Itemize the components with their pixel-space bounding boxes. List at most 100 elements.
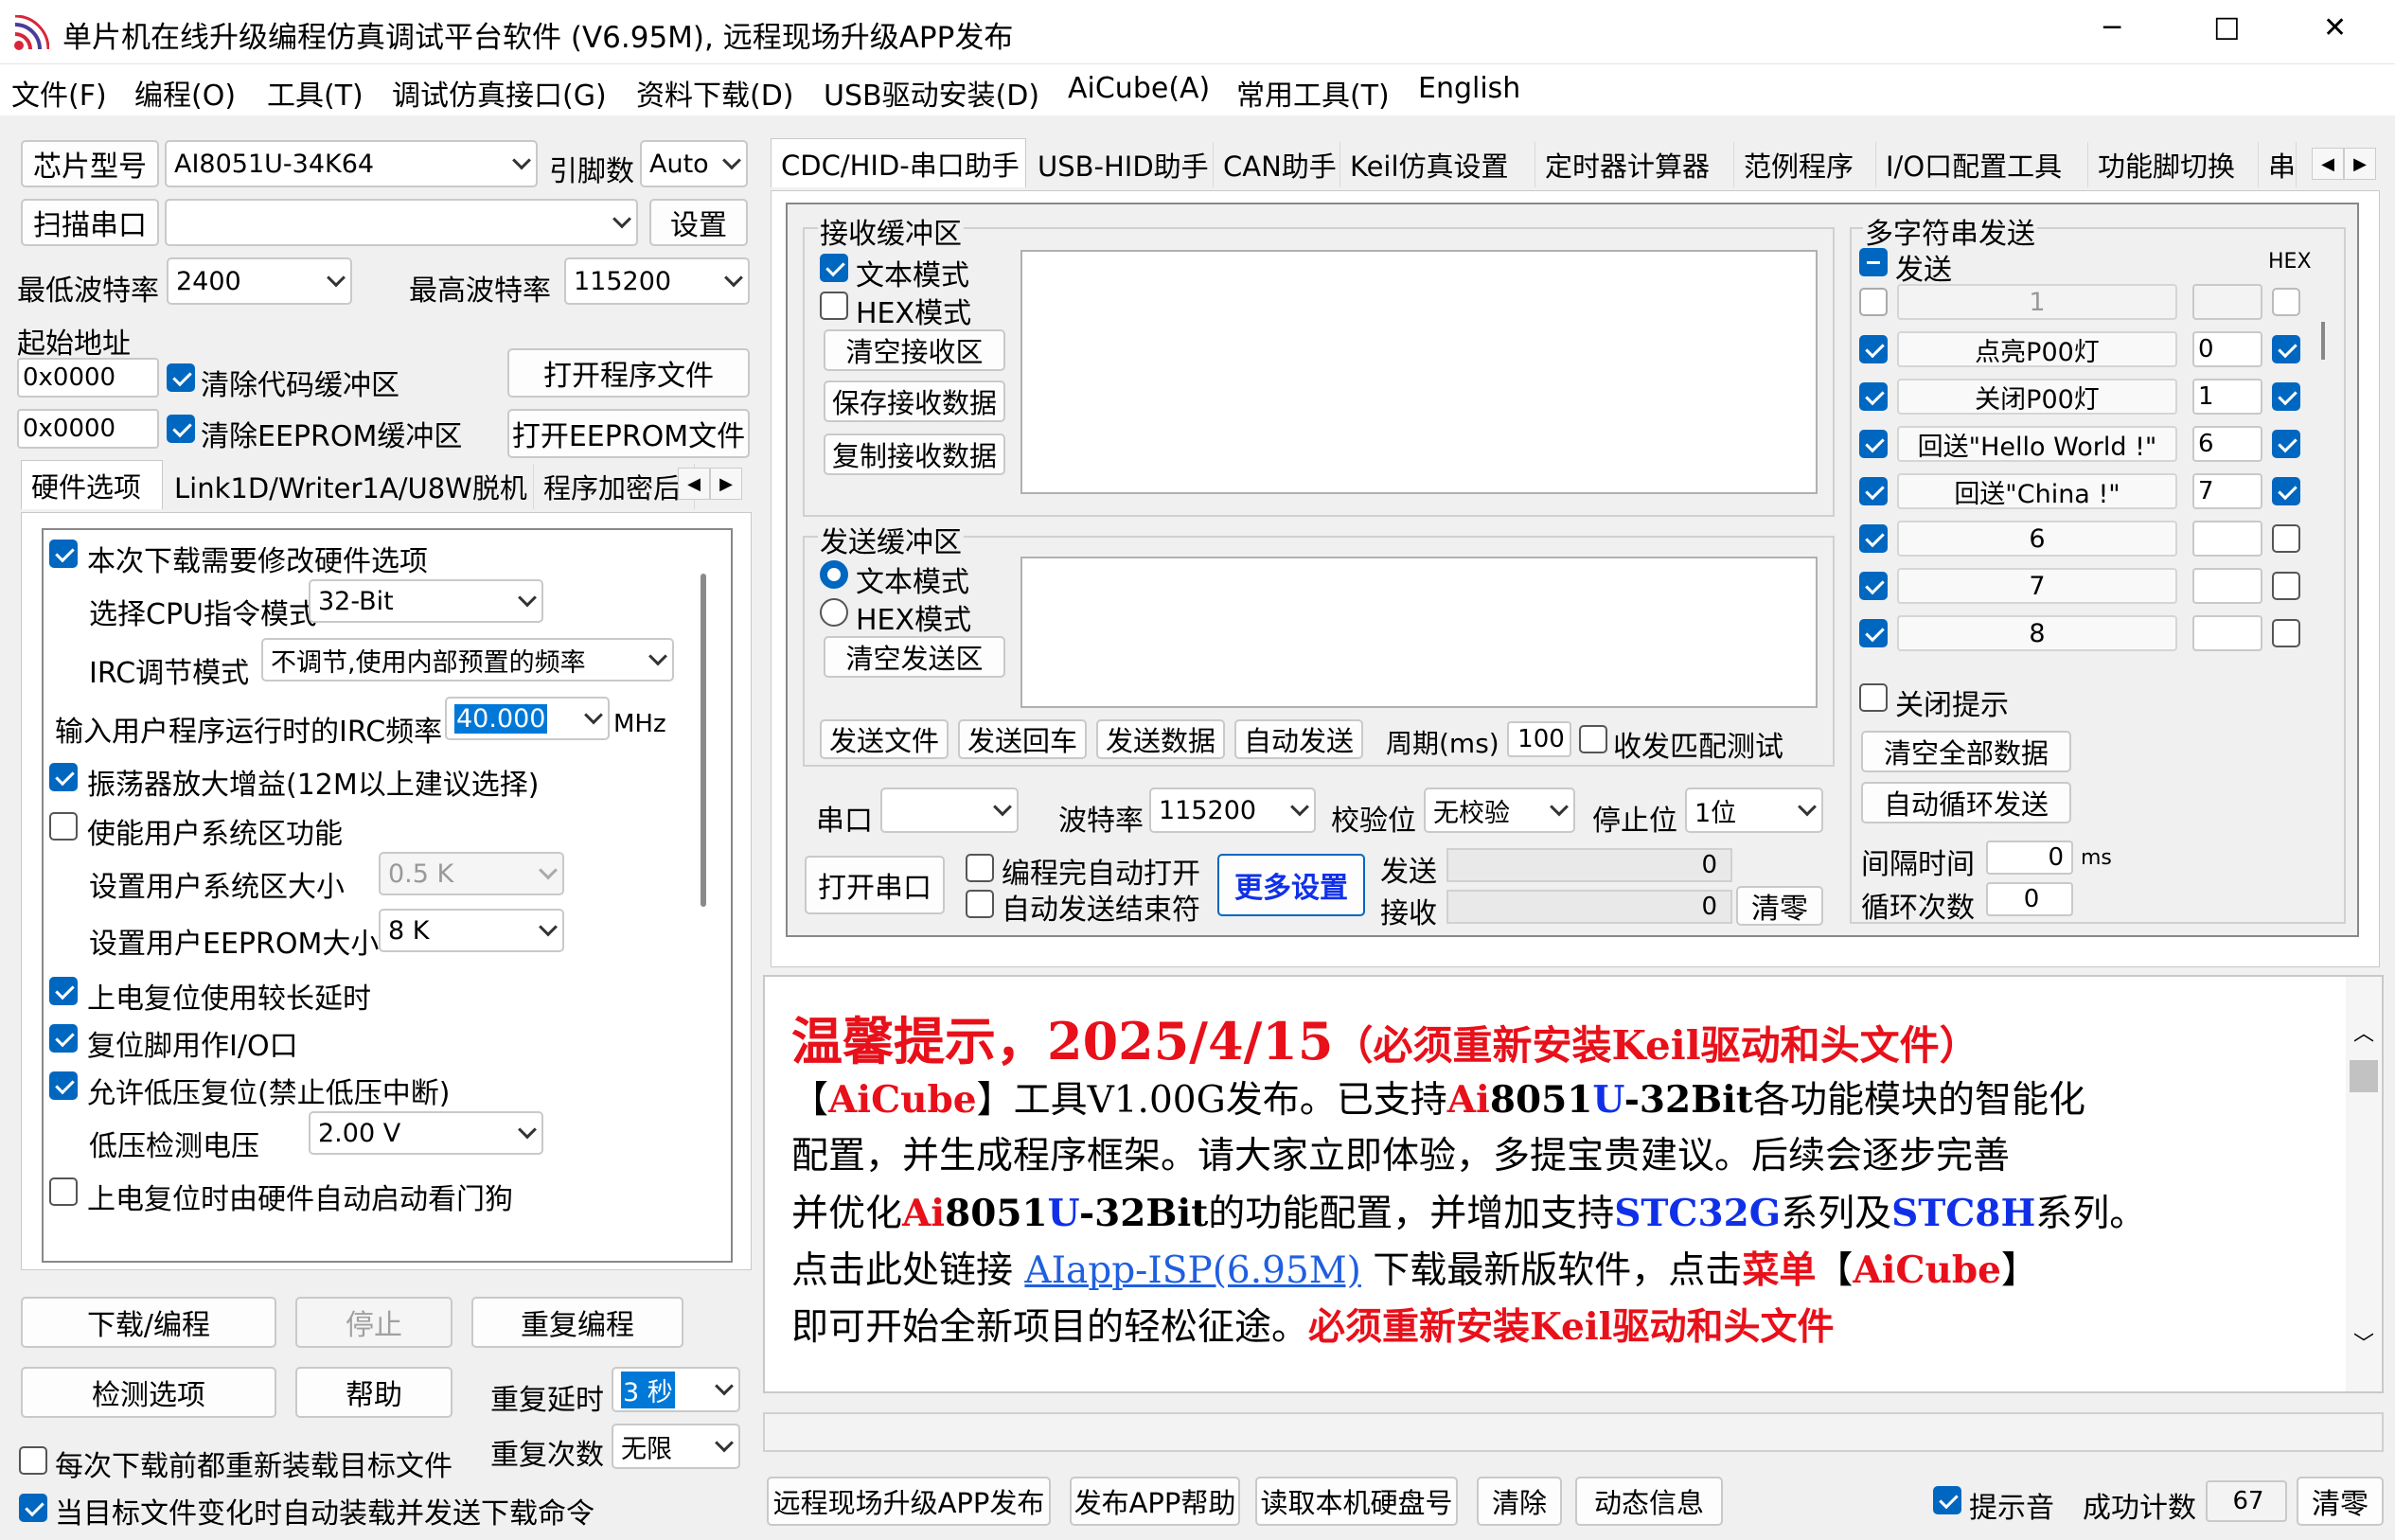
- menu-program[interactable]: 编程(O): [134, 72, 236, 114]
- recv-hex-mode-checkbox[interactable]: [820, 292, 848, 320]
- send-hex-mode-radio[interactable]: [820, 598, 848, 627]
- match-test-checkbox[interactable]: [1579, 725, 1607, 753]
- irc-mode-select[interactable]: 不调节,使用内部预置的频率: [261, 638, 674, 681]
- save-receive-button[interactable]: 保存接收数据: [824, 381, 1005, 422]
- download-link[interactable]: AIapp-ISP(6.95M): [1024, 1249, 1361, 1292]
- send-file-button[interactable]: 发送文件: [820, 719, 949, 759]
- tab-scroll-left-icon[interactable]: ◀: [2312, 148, 2344, 180]
- multi-send-row-delay[interactable]: 6: [2192, 426, 2262, 462]
- auto-send-button[interactable]: 自动发送: [1234, 719, 1363, 759]
- auto-send-end-checkbox[interactable]: [966, 890, 994, 918]
- tab-offline-writer[interactable]: Link1D/Writer1A/U8W脱机: [165, 464, 534, 509]
- multi-send-row-delay[interactable]: [2192, 521, 2262, 557]
- multi-send-row-button[interactable]: 8: [1897, 615, 2177, 651]
- clear-send-button[interactable]: 清空发送区: [824, 636, 1005, 678]
- check-options-button[interactable]: 检测选项: [21, 1367, 276, 1418]
- stop-bits-select[interactable]: 1位: [1685, 788, 1823, 833]
- multi-send-row-delay[interactable]: 0: [2192, 331, 2262, 367]
- multi-send-row-checkbox[interactable]: [1859, 335, 1888, 363]
- multi-send-row-button[interactable]: 回送"China !": [1897, 473, 2177, 509]
- osc-gain-checkbox[interactable]: [49, 763, 78, 791]
- chip-model-button[interactable]: 芯片型号: [21, 140, 159, 187]
- minimize-button[interactable]: ─: [2103, 11, 2120, 44]
- pins-select[interactable]: Auto: [640, 140, 748, 187]
- modify-hardware-checkbox[interactable]: [49, 540, 78, 568]
- scroll-up-icon[interactable]: ︿: [2353, 1017, 2374, 1046]
- dynamic-info-button[interactable]: 动态信息: [1575, 1477, 1723, 1526]
- multi-send-row-checkbox[interactable]: [1859, 572, 1888, 600]
- menu-usb-driver[interactable]: USB驱动安装(D): [824, 72, 1039, 114]
- menu-common-tools[interactable]: 常用工具(T): [1236, 72, 1390, 114]
- multi-send-row-checkbox[interactable]: [1859, 524, 1888, 553]
- menu-docs[interactable]: 资料下载(D): [636, 72, 794, 114]
- multi-send-row-delay[interactable]: 1: [2192, 379, 2262, 415]
- port-select[interactable]: [165, 199, 638, 246]
- open-program-button[interactable]: 打开程序文件: [507, 348, 750, 398]
- multi-send-row-hex-checkbox[interactable]: [2272, 619, 2300, 647]
- remote-publish-button[interactable]: 远程现场升级APP发布: [767, 1477, 1051, 1526]
- reset-io-checkbox[interactable]: [49, 1024, 78, 1053]
- multi-send-row-hex-checkbox[interactable]: [2272, 382, 2300, 411]
- reset-count-button[interactable]: 清零: [2297, 1477, 2384, 1526]
- menu-english[interactable]: English: [1418, 72, 1520, 105]
- publish-help-button[interactable]: 发布APP帮助: [1070, 1477, 1240, 1526]
- open-port-button[interactable]: 打开串口: [805, 856, 945, 914]
- clear-eeprom-checkbox[interactable]: [167, 415, 195, 443]
- chip-model-select[interactable]: AI8051U-34K64: [165, 140, 538, 187]
- tab-encryption[interactable]: 程序加密后: [534, 464, 695, 509]
- tab-scroll-right-icon[interactable]: ▶: [710, 468, 742, 500]
- loop-count-input[interactable]: 0: [1986, 882, 2073, 916]
- close-tip-checkbox[interactable]: [1859, 683, 1888, 712]
- hardware-options-scrollbar[interactable]: [701, 574, 706, 907]
- tab-timer-calc[interactable]: 定时器计算器: [1535, 142, 1734, 187]
- multi-send-row-checkbox[interactable]: [1859, 477, 1888, 505]
- lvr-checkbox[interactable]: [49, 1071, 78, 1100]
- help-button[interactable]: 帮助: [295, 1367, 452, 1418]
- multi-send-row-checkbox[interactable]: [1859, 382, 1888, 411]
- tab-keil-sim[interactable]: Keil仿真设置: [1340, 142, 1535, 187]
- user-eeprom-select[interactable]: 8 K: [379, 909, 564, 952]
- reload-each-checkbox[interactable]: [19, 1446, 47, 1475]
- menu-debug[interactable]: 调试仿真接口(G): [392, 72, 607, 114]
- multi-send-row-button[interactable]: 7: [1897, 568, 2177, 604]
- clear-button[interactable]: 清除: [1477, 1477, 1562, 1526]
- multi-send-row-hex-checkbox[interactable]: [2272, 477, 2300, 505]
- scan-port-button[interactable]: 扫描串口: [21, 199, 159, 246]
- clear-all-data-button[interactable]: 清空全部数据: [1861, 731, 2071, 772]
- tab-usb-hid[interactable]: USB-HID助手: [1028, 142, 1214, 187]
- clear-receive-button[interactable]: 清空接收区: [824, 329, 1005, 371]
- clear-code-checkbox[interactable]: [167, 363, 195, 392]
- cpu-mode-select[interactable]: 32-Bit: [309, 579, 543, 623]
- menu-tools[interactable]: 工具(T): [267, 72, 364, 114]
- repeat-count-select[interactable]: 无限: [612, 1424, 740, 1469]
- maximize-button[interactable]: ☐: [2213, 11, 2241, 47]
- read-disk-id-button[interactable]: 读取本机硬盘号: [1255, 1477, 1458, 1526]
- period-input[interactable]: 100: [1507, 721, 1571, 757]
- more-settings-button[interactable]: 更多设置: [1217, 854, 1365, 916]
- tab-examples[interactable]: 范例程序: [1734, 142, 1876, 187]
- wdt-checkbox[interactable]: [49, 1177, 78, 1206]
- send-text-mode-radio[interactable]: [820, 560, 848, 589]
- scroll-thumb[interactable]: [2350, 1060, 2378, 1092]
- tab-scroll-left-icon[interactable]: ◀: [678, 468, 710, 500]
- multi-send-row-button[interactable]: 1: [1897, 284, 2177, 320]
- multi-send-row-button[interactable]: 回送"Hello World !": [1897, 426, 2177, 462]
- max-baud-select[interactable]: 115200: [564, 257, 750, 305]
- multi-send-row-hex-checkbox[interactable]: [2272, 524, 2300, 553]
- serial-port-select[interactable]: [880, 788, 1019, 833]
- copy-receive-button[interactable]: 复制接收数据: [824, 434, 1005, 475]
- multi-send-row-hex-checkbox[interactable]: [2272, 430, 2300, 458]
- auto-loop-send-button[interactable]: 自动循环发送: [1861, 782, 2071, 823]
- stop-button[interactable]: 停止: [295, 1297, 452, 1348]
- auto-reload-checkbox[interactable]: [19, 1494, 47, 1522]
- repeat-program-button[interactable]: 重复编程: [471, 1297, 683, 1348]
- tab-scroll-right-icon[interactable]: ▶: [2344, 148, 2376, 180]
- scroll-down-icon[interactable]: ﹀: [2353, 1327, 2374, 1356]
- send-cr-button[interactable]: 发送回车: [958, 719, 1087, 759]
- multi-send-row-button[interactable]: 6: [1897, 521, 2177, 557]
- menu-aicube[interactable]: AiCube(A): [1068, 72, 1210, 105]
- send-data-button[interactable]: 发送数据: [1096, 719, 1225, 759]
- long-delay-checkbox[interactable]: [49, 977, 78, 1005]
- multi-send-row-delay[interactable]: [2192, 615, 2262, 651]
- tab-io-config[interactable]: I/O口配置工具: [1876, 142, 2088, 187]
